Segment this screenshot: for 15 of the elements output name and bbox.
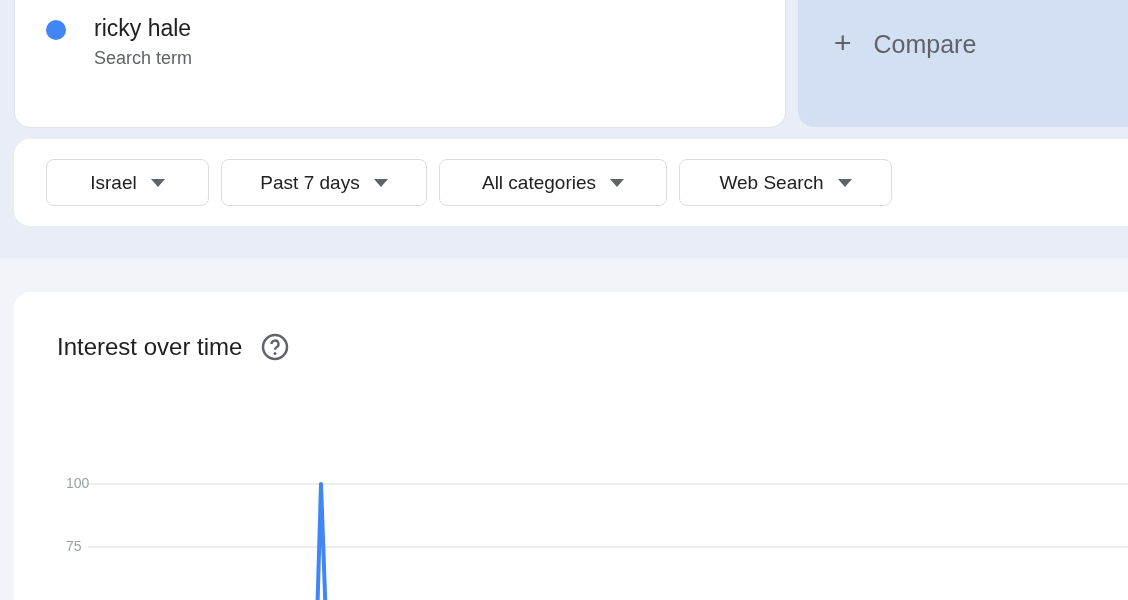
y-axis-label: 100: [66, 475, 90, 491]
caret-icon: [837, 178, 852, 187]
search-term: ricky hale: [94, 15, 193, 42]
filter-dropdown[interactable]: Past 7 days: [221, 159, 427, 206]
filter-dropdown[interactable]: Israel: [46, 159, 209, 206]
filter-dropdown[interactable]: Web Search: [679, 159, 892, 206]
help-icon[interactable]: [260, 332, 291, 362]
chart-title: Interest over time: [57, 333, 243, 361]
caret-icon: [150, 178, 165, 187]
filter-dropdown[interactable]: All categories: [439, 159, 667, 206]
caret-icon: [610, 178, 625, 187]
caret-icon: [373, 178, 388, 187]
compare-button[interactable]: + Compare: [798, 0, 1128, 127]
search-term-subtitle: Search term: [94, 48, 193, 69]
y-axis-label: 75: [66, 538, 82, 554]
